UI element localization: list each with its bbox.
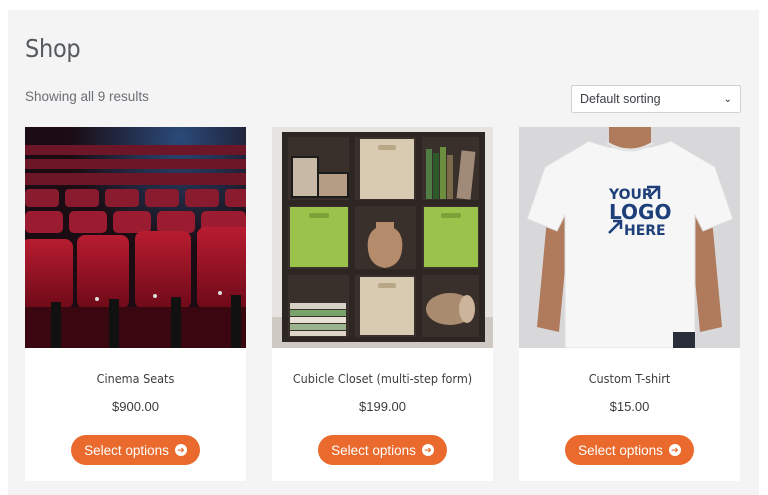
product-card: Cubicle Closet (multi-step form) $199.00… [272,127,493,481]
product-card: Cinema Seats $900.00 Select options ➜ [25,127,246,481]
select-options-label: Select options [578,442,663,458]
tshirt-print-line3: HERE [624,223,666,239]
product-image-custom-tshirt[interactable]: YOUR LOGO HERE [519,127,740,348]
shop-page: Shop Showing all 9 results Default sorti… [8,10,759,495]
sorting-select[interactable]: Default sorting ⌄ [571,85,741,113]
chevron-down-icon: ⌄ [723,93,732,105]
arrow-right-circle-icon: ➜ [421,444,434,456]
sorting-select-value: Default sorting [580,92,661,106]
arrow-right-circle-icon: ➜ [174,444,187,456]
product-name[interactable]: Cinema Seats [25,371,246,386]
product-price: $199.00 [359,399,406,414]
product-image-cubicle-closet[interactable] [272,127,493,348]
product-name[interactable]: Cubicle Closet (multi-step form) [272,371,493,386]
product-name[interactable]: Custom T-shirt [519,371,740,386]
arrow-right-circle-icon: ➜ [668,444,681,456]
select-options-label: Select options [84,442,169,458]
select-options-button[interactable]: Select options ➜ [565,435,694,465]
product-price: $15.00 [609,399,650,414]
product-card: YOUR LOGO HERE Custom T-shirt $15.00 Sel… [519,127,740,481]
page-title: Shop [25,34,81,63]
product-price: $900.00 [112,399,159,414]
product-image-cinema-seats[interactable] [25,127,246,348]
select-options-button[interactable]: Select options ➜ [71,435,200,465]
result-count: Showing all 9 results [25,89,149,104]
select-options-button[interactable]: Select options ➜ [318,435,447,465]
select-options-label: Select options [331,442,416,458]
